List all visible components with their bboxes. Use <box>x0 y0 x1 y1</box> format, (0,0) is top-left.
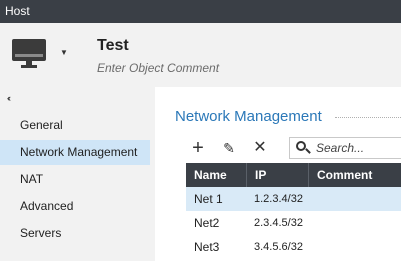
column-header-ip[interactable]: IP <box>246 163 308 187</box>
window-title-bar: Host <box>0 0 401 23</box>
delete-icon[interactable]: ✕ <box>249 137 271 159</box>
search-placeholder: Search... <box>316 141 365 155</box>
table-row[interactable]: Net 1 1.2.3.4/32 <box>186 187 401 211</box>
section-title: Network Management <box>175 108 322 125</box>
cell-comment <box>308 211 401 235</box>
edit-icon[interactable]: ✎ <box>218 137 240 159</box>
sidebar-item-servers[interactable]: Servers <box>0 221 150 246</box>
cell-comment <box>308 235 401 259</box>
monitor-icon <box>12 39 46 61</box>
sidebar-item-nat[interactable]: NAT <box>0 167 150 192</box>
window-title: Host <box>5 4 30 18</box>
sidebar: ‹‹ General Network Management NAT Advanc… <box>0 87 155 261</box>
cell-ip: 1.2.3.4/32 <box>254 193 303 205</box>
search-icon <box>296 141 311 154</box>
sidebar-nav: General Network Management NAT Advanced … <box>0 113 155 248</box>
object-type-selector[interactable]: ▼ <box>12 39 68 69</box>
add-icon[interactable]: + <box>187 137 209 159</box>
table-header: Name IP Comment <box>186 163 401 187</box>
table-row[interactable]: Net2 2.3.4.5/32 <box>186 211 401 235</box>
collapse-sidebar-icon[interactable]: ‹‹ <box>7 93 11 103</box>
section-divider <box>335 117 401 118</box>
cell-name: Net2 <box>194 216 220 230</box>
cell-comment <box>308 187 401 211</box>
toolbar: + ✎ ✕ Search... <box>185 137 401 159</box>
search-input[interactable]: Search... <box>289 137 401 159</box>
main-panel: Network Management + ✎ ✕ Search... Name … <box>155 87 401 261</box>
object-comment-field[interactable]: Enter Object Comment <box>97 61 219 75</box>
object-name[interactable]: Test <box>97 37 129 55</box>
cell-ip: 2.3.4.5/32 <box>254 217 303 229</box>
sidebar-item-advanced[interactable]: Advanced <box>0 194 150 219</box>
sidebar-item-network-management[interactable]: Network Management <box>0 140 150 165</box>
sidebar-item-general[interactable]: General <box>0 113 150 138</box>
column-header-name[interactable]: Name <box>186 163 246 187</box>
cell-name: Net 1 <box>194 192 223 206</box>
table-row[interactable]: Net3 3.4.5.6/32 <box>186 235 401 259</box>
cell-name: Net3 <box>194 240 220 254</box>
column-header-comment[interactable]: Comment <box>308 163 401 187</box>
caret-down-icon: ▼ <box>60 48 68 57</box>
object-header: ▼ Test Enter Object Comment <box>0 23 401 87</box>
cell-ip: 3.4.5.6/32 <box>254 241 303 253</box>
networks-table: Name IP Comment Net 1 1.2.3.4/32 Net2 2.… <box>186 163 401 259</box>
